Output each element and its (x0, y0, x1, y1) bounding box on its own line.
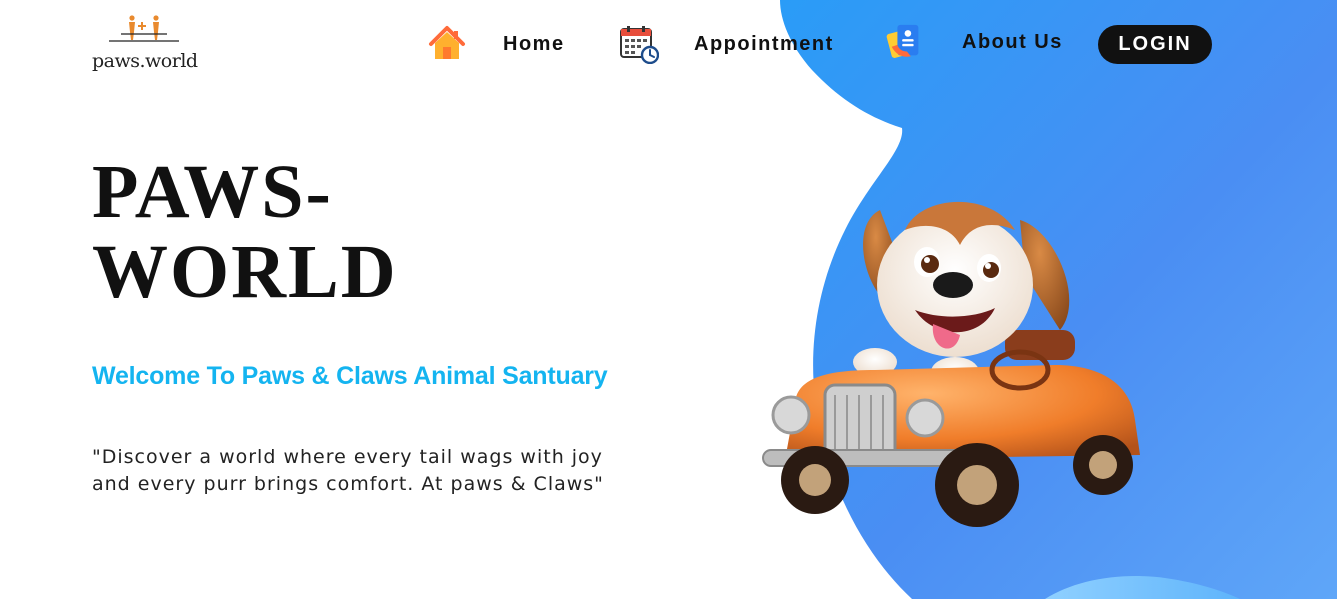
nav-home-label: Home (503, 32, 565, 55)
hero-title: PAWS-WORLD (92, 150, 398, 314)
hero-subtitle: Welcome To Paws & Claws Animal Santuary (92, 362, 608, 390)
nav-about-us[interactable]: About Us (886, 22, 1063, 62)
nav-about-us-label: About Us (962, 30, 1063, 53)
dog-in-car-illustration (762, 201, 1140, 527)
login-button[interactable]: LOGIN (1098, 25, 1212, 64)
house-icon (429, 26, 465, 59)
logo[interactable]: paws.world (91, 14, 198, 74)
logo-figures-icon (109, 15, 179, 42)
calendar-clock-icon (620, 26, 659, 64)
logo-text: paws.world (92, 50, 198, 72)
hero-quote: "Discover a world where every tail wags … (92, 446, 604, 495)
contact-card-icon (886, 24, 919, 58)
nav-home[interactable]: Home (427, 24, 565, 64)
nav-appointment[interactable]: Appointment (619, 24, 834, 64)
nav-appointment-label: Appointment (694, 32, 834, 55)
